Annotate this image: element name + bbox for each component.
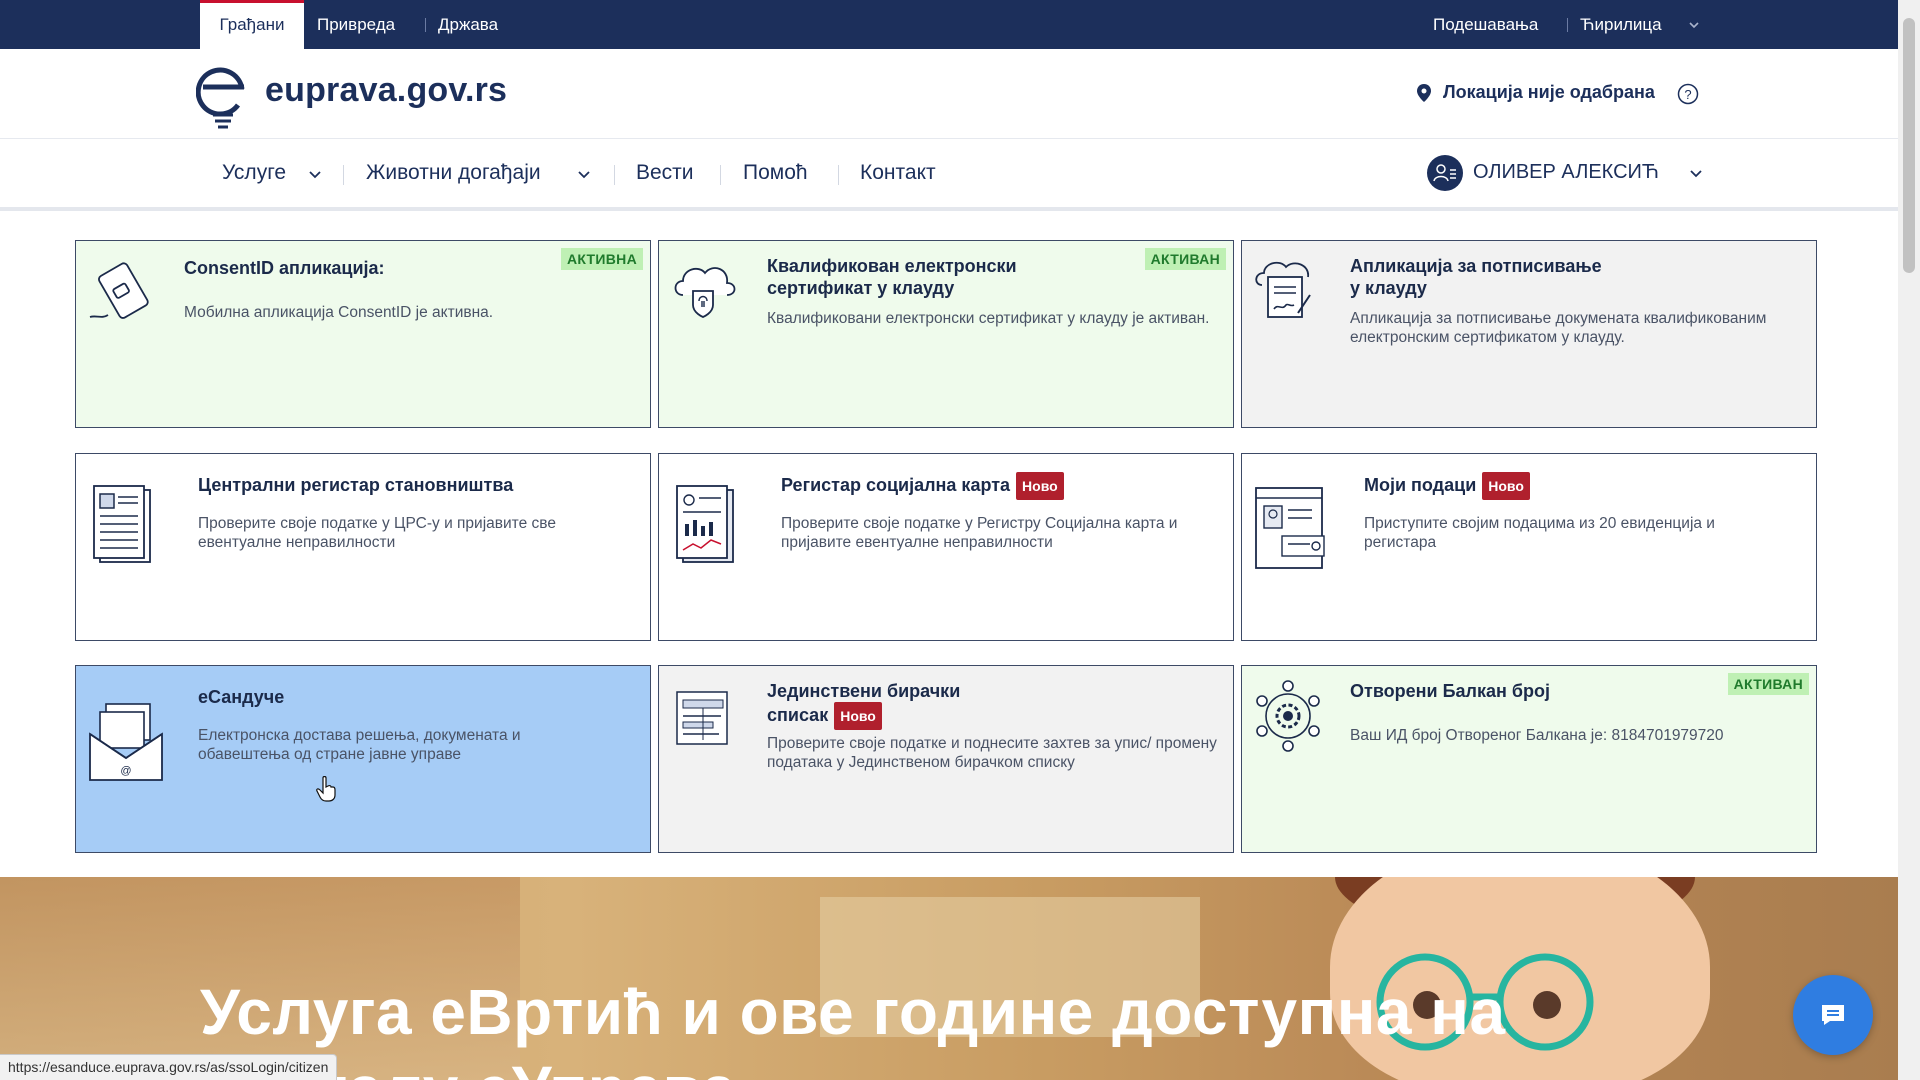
card-description: Приступите својим подацима из 20 евиденц… [1364,515,1715,551]
divider [720,165,721,185]
card-title: ConsentID апликација: [184,258,385,278]
nav-services[interactable]: Услуге [222,161,286,185]
status-badge: АКТИВАН [1727,673,1809,695]
card-esanduce[interactable]: @ еСандуче Електронска достава решења, д… [75,665,651,853]
divider [614,165,615,185]
network-gear-icon [1256,680,1320,752]
voter-list-icon [676,691,728,745]
divider [1567,18,1568,32]
settings-link[interactable]: Подешавања [1433,0,1538,49]
tab-state[interactable]: Држава [438,0,498,49]
card-cloud-certificate[interactable]: Квалификован електронски сертификат у кл… [658,240,1234,428]
nav-life-events[interactable]: Животни догађаји [366,161,541,185]
divider [425,18,426,32]
status-bar-url: https://esanduce.euprava.gov.rs/as/ssoLo… [0,1054,338,1080]
card-population-registry[interactable]: Централни регистар становништва Проверит… [75,453,651,641]
signature-document-icon [1255,261,1311,318]
mailbox-icon: @ [89,703,163,781]
card-title-text: Моји подаци [1364,474,1477,495]
card-description: Апликација за потписивање докумената ква… [1350,310,1767,346]
chat-icon [1822,1005,1844,1025]
profile-card-icon [1255,487,1325,569]
status-badge: АКТИВНА [560,248,643,270]
card-social-card-registry[interactable]: Регистар социјална карта Ново Проверите с… [658,453,1234,641]
card-title: Јединствени бирачки [767,681,961,701]
card-title-text: Регистар социјална карта [781,474,1011,495]
divider [343,165,344,185]
promo-banner[interactable]: Услуга еВртић и ове године доступна на п… [0,877,1898,1080]
user-name[interactable]: ОЛИВЕР АЛЕКСИЋ [1473,161,1659,184]
tab-citizens[interactable]: Грађани [200,0,304,49]
new-badge: Ново [834,702,882,730]
nav-contact[interactable]: Контакт [860,161,936,185]
card-title: еСандуче [198,687,285,707]
nav-news[interactable]: Вести [636,161,694,185]
top-bar: Грађани Привреда Држава Подешавања Ћирил… [0,0,1898,49]
avatar [1427,155,1463,191]
main-nav: Услуге Животни догађаји Вести Помоћ Конт… [0,139,1898,211]
card-description: Мобилна апликација ConsentID је активна. [184,304,494,321]
phone-icon [89,262,149,319]
card-title-line2: списак Ново [767,702,882,730]
hand-cursor-icon [316,776,336,802]
card-my-data[interactable]: Моји подаци Ново Приступите својим подаци… [1241,453,1817,641]
card-description: Проверите своје податке у ЦРС-у и пријав… [198,515,556,551]
tab-business[interactable]: Привреда [317,0,395,49]
banner-headline: Услуга еВртић и ове године доступна на [200,976,1506,1048]
chevron-down-icon[interactable] [577,170,591,180]
scrollbar-thumb[interactable] [1903,18,1915,273]
card-title-line2: сертификат у клауду [767,278,955,298]
card-title: Регистар социјална карта Ново [781,472,1064,500]
card-description: Проверите своје податке у Регистру Социј… [781,515,1178,551]
card-title: Отворени Балкан број [1350,681,1550,701]
divider [838,165,839,185]
svg-text:@: @ [120,765,131,777]
site-logo-text[interactable]: euprava.gov.rs [265,71,507,110]
chevron-down-icon[interactable] [308,170,322,180]
cloud-fingerprint-icon [674,267,736,318]
card-consentid[interactable]: ConsentID апликација: Мобилна апликација… [75,240,651,428]
clipboard-chart-icon [676,485,734,563]
new-badge: Ново [1482,472,1530,500]
card-title-line2: у клауду [1350,278,1427,298]
page-scrollbar[interactable] [1898,0,1920,1080]
location-pin-icon [1417,84,1431,102]
card-voter-list[interactable]: Јединствени бирачки списак Ново Проверите… [658,665,1234,853]
card-description: Електронска достава решења, докумената и… [198,727,521,763]
registry-document-icon [93,485,151,563]
site-header: euprava.gov.rs Локација није одабрана ? [0,49,1898,139]
chevron-down-icon[interactable] [1689,169,1703,179]
help-icon[interactable]: ? [1677,83,1699,105]
chat-button[interactable] [1793,975,1873,1055]
card-title: Централни регистар становништва [198,475,514,495]
card-title: Апликација за потписивање [1350,256,1602,276]
nav-help[interactable]: Помоћ [743,161,808,185]
location-selector[interactable]: Локација није одабрана [1443,82,1655,103]
card-open-balkan[interactable]: Отворени Балкан број Ваш ИД број Отворен… [1241,665,1817,853]
card-title-text: списак [767,704,829,725]
card-cloud-signing[interactable]: Апликација за потписивање у клауду Аплик… [1241,240,1817,428]
chevron-down-icon[interactable] [1688,20,1700,30]
euprava-logo-icon[interactable] [196,59,252,129]
new-badge: Ново [1016,472,1064,500]
card-description: Квалификовани електронски сертификат у к… [767,310,1210,327]
status-badge: АКТИВАН [1144,248,1226,270]
card-title: Моји подаци Ново [1364,472,1530,500]
language-select[interactable]: Ћирилица [1580,0,1662,49]
card-description: Ваш ИД број Отвореног Балкана је: 818470… [1350,727,1724,744]
user-icon [1433,164,1456,182]
card-title: Квалификован електронски [767,256,1017,276]
card-description: Проверите своје податке и поднесите захт… [767,735,1217,771]
svg-text:?: ? [1684,87,1691,102]
